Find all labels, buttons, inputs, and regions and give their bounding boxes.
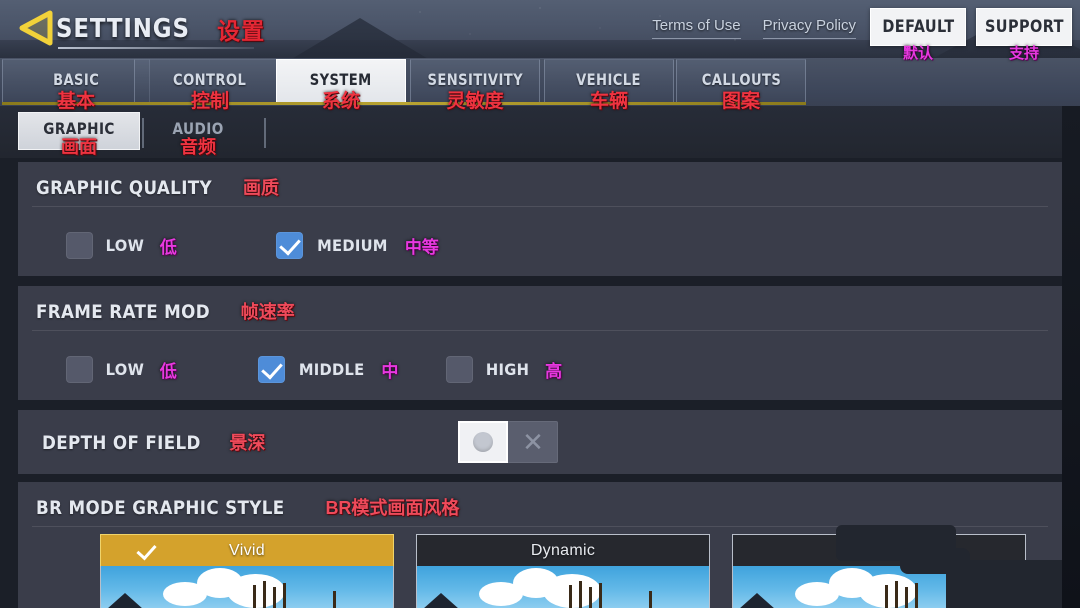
br-style-card-vivid-header: Vivid xyxy=(100,534,394,566)
section-graphic-quality-title-en: GRAPHIC QUALITY xyxy=(36,177,212,199)
option-graphic-quality-medium-label: MEDIUM xyxy=(317,236,388,255)
br-style-card-vivid[interactable]: Vivid xyxy=(100,534,394,608)
depth-of-field-toggle-off[interactable]: ✕ xyxy=(508,421,558,463)
settings-screen: SETTINGS 设置 Terms of Use Privacy Policy … xyxy=(0,0,1080,608)
tab-callouts-label: CALLOUTS xyxy=(701,70,781,89)
section-graphic-quality: GRAPHIC QUALITY 画质 LOW 低 MEDIUM 中等 xyxy=(18,162,1062,276)
tab-vehicle[interactable]: VEHICLE xyxy=(544,59,674,105)
tab-basic[interactable]: BASIC xyxy=(2,59,150,105)
subtab-graphic-label: GRAPHIC xyxy=(43,119,115,138)
circle-icon xyxy=(473,432,493,452)
close-x-icon: ✕ xyxy=(522,427,544,457)
tab-system[interactable]: SYSTEM xyxy=(276,59,406,105)
section-frame-rate-title-cn: 帧速率 xyxy=(240,302,295,322)
tab-sensitivity[interactable]: SENSITIVITY xyxy=(410,59,540,105)
default-button[interactable]: DEFAULT xyxy=(870,8,966,46)
br-style-card-third[interactable] xyxy=(732,534,1026,608)
check-icon xyxy=(136,539,157,561)
option-graphic-quality-low[interactable]: LOW 低 xyxy=(66,232,177,259)
option-frame-rate-high[interactable]: HIGH 高 xyxy=(446,356,562,383)
section-depth-of-field-title: DEPTH OF FIELD 景深 xyxy=(42,429,265,455)
br-style-card-dynamic[interactable]: Dynamic xyxy=(416,534,710,608)
depth-of-field-toggle[interactable]: ✕ xyxy=(458,421,558,463)
right-edge-strip xyxy=(1062,106,1080,608)
section-depth-of-field-title-en: DEPTH OF FIELD xyxy=(42,432,201,454)
checkbox-frame-rate-middle[interactable] xyxy=(258,356,285,383)
section-divider xyxy=(32,330,1048,331)
option-frame-rate-low[interactable]: LOW 低 xyxy=(66,356,177,383)
tab-system-label: SYSTEM xyxy=(310,70,372,89)
page-title: SETTINGS 设置 xyxy=(56,10,265,48)
support-button[interactable]: SUPPORT xyxy=(976,8,1072,46)
section-frame-rate-title-en: FRAME RATE MOD xyxy=(36,301,210,323)
default-button-label: DEFAULT xyxy=(881,17,955,37)
option-frame-rate-middle[interactable]: MIDDLE 中 xyxy=(258,356,398,383)
depth-of-field-toggle-on[interactable] xyxy=(458,421,508,463)
option-graphic-quality-medium-label-cn: 中等 xyxy=(404,238,439,257)
br-style-card-third-preview xyxy=(732,566,1026,608)
section-divider xyxy=(32,206,1048,207)
tab-control-label: CONTROL xyxy=(173,70,247,89)
tab-bar-accent-line xyxy=(2,102,806,105)
br-style-card-list: Vivid Dynamic xyxy=(18,534,1026,608)
section-br-style-title-cn: BR模式画面风格 xyxy=(325,498,460,518)
tab-callouts[interactable]: CALLOUTS xyxy=(676,59,806,105)
link-terms-of-use[interactable]: Terms of Use xyxy=(652,17,741,39)
link-privacy-policy[interactable]: Privacy Policy xyxy=(762,17,856,39)
subtab-audio[interactable]: AUDIO xyxy=(146,112,250,150)
subtab-audio-label: AUDIO xyxy=(172,119,224,138)
option-frame-rate-high-label: HIGH xyxy=(485,360,530,379)
option-frame-rate-high-label-cn: 高 xyxy=(545,362,563,381)
section-graphic-quality-title: GRAPHIC QUALITY 画质 xyxy=(36,174,279,200)
section-divider xyxy=(32,526,1048,527)
br-style-card-dynamic-header: Dynamic xyxy=(416,534,710,566)
tab-sensitivity-label: SENSITIVITY xyxy=(427,70,523,89)
page-title-cn: 设置 xyxy=(217,18,266,44)
section-frame-rate-title: FRAME RATE MOD 帧速率 xyxy=(36,298,295,324)
section-br-style-title-en: BR MODE GRAPHIC STYLE xyxy=(36,497,285,519)
br-style-card-dynamic-label: Dynamic xyxy=(530,541,596,559)
br-style-card-third-header xyxy=(732,534,1026,566)
option-frame-rate-low-label-cn: 低 xyxy=(159,362,177,381)
subtab-separator-1 xyxy=(142,118,144,148)
section-frame-rate: FRAME RATE MOD 帧速率 LOW 低 MIDDLE 中 HIGH 高 xyxy=(18,286,1062,400)
section-br-style-title: BR MODE GRAPHIC STYLE BR模式画面风格 xyxy=(36,494,459,520)
page-title-en: SETTINGS xyxy=(56,14,190,44)
section-depth-of-field: DEPTH OF FIELD 景深 ✕ xyxy=(18,410,1062,474)
checkbox-graphic-quality-low[interactable] xyxy=(66,232,93,259)
section-graphic-quality-title-cn: 画质 xyxy=(242,178,279,198)
br-style-card-dynamic-preview xyxy=(416,566,710,608)
support-button-label: SUPPORT xyxy=(984,17,1064,37)
option-frame-rate-low-label: LOW xyxy=(105,360,145,379)
settings-panel[interactable]: GRAPHIC QUALITY 画质 LOW 低 MEDIUM 中等 FRAME… xyxy=(18,162,1062,608)
checkbox-graphic-quality-medium[interactable] xyxy=(276,232,303,259)
br-style-card-vivid-preview xyxy=(100,566,394,608)
option-graphic-quality-low-label: LOW xyxy=(105,236,145,255)
option-frame-rate-middle-label-cn: 中 xyxy=(381,362,399,381)
br-style-card-vivid-label: Vivid xyxy=(229,541,265,559)
checkbox-frame-rate-low[interactable] xyxy=(66,356,93,383)
tab-basic-label: BASIC xyxy=(52,70,100,89)
subtab-graphic[interactable]: GRAPHIC xyxy=(18,112,140,150)
subtab-separator-2 xyxy=(264,118,266,148)
header-links: Terms of Use Privacy Policy xyxy=(652,17,856,39)
option-frame-rate-middle-label: MIDDLE xyxy=(298,360,365,379)
section-br-style: BR MODE GRAPHIC STYLE BR模式画面风格 Vivid Dyn… xyxy=(18,482,1062,608)
option-graphic-quality-low-label-cn: 低 xyxy=(159,238,177,257)
title-underline xyxy=(58,47,254,49)
checkbox-frame-rate-high[interactable] xyxy=(446,356,473,383)
tab-control[interactable]: CONTROL xyxy=(134,59,286,105)
section-depth-of-field-title-cn: 景深 xyxy=(229,433,266,453)
tab-vehicle-label: VEHICLE xyxy=(576,70,642,89)
main-tab-bar: BASIC CONTROL SYSTEM SENSITIVITY VEHICLE… xyxy=(0,58,1080,106)
option-graphic-quality-medium[interactable]: MEDIUM 中等 xyxy=(276,232,439,259)
